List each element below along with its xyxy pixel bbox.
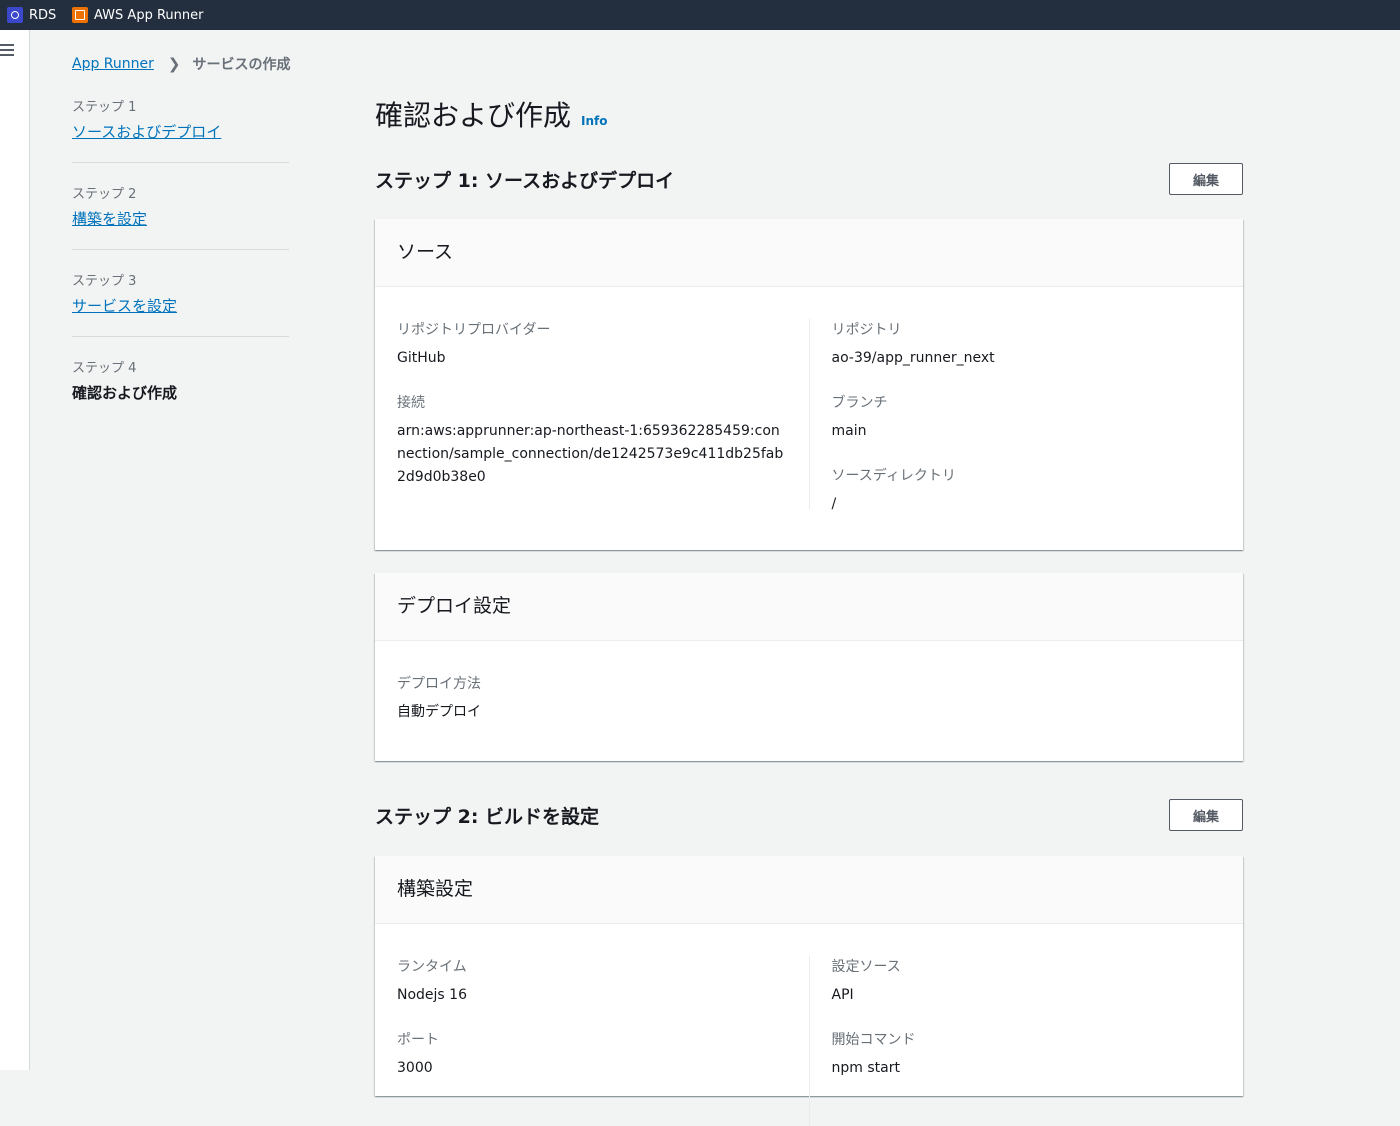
port-value: 3000 xyxy=(397,1060,433,1076)
build-card-title: 構築設定 xyxy=(375,856,1243,924)
breadcrumb-current: サービスの作成 xyxy=(192,57,291,73)
repository-value: ao-39/app_runner_next xyxy=(831,350,995,366)
source-directory-value: / xyxy=(831,496,837,512)
deploy-card-title: デプロイ設定 xyxy=(375,573,1243,641)
step-2-link[interactable]: 構築を設定 xyxy=(72,208,289,229)
step-number-label: ステップ 1 xyxy=(72,100,137,115)
side-navigation-rail xyxy=(0,30,30,1070)
config-source-label: 設定ソース xyxy=(831,959,901,975)
page-title: 確認および作成 Info xyxy=(375,94,1243,134)
start-command-value: npm start xyxy=(831,1060,900,1076)
port-label: ポート xyxy=(397,1032,439,1048)
runtime-value: Nodejs 16 xyxy=(397,987,467,1003)
deploy-method-value: 自動デプロイ xyxy=(397,704,481,720)
favorite-rds-label: RDS xyxy=(29,7,57,23)
repository-label: リポジトリ xyxy=(831,322,902,338)
provider-label: リポジトリプロバイダー xyxy=(397,322,551,338)
step-1-heading: ステップ 1: ソースおよびデプロイ xyxy=(375,169,675,192)
config-source-value: API xyxy=(831,987,854,1003)
menu-icon[interactable] xyxy=(0,44,14,59)
wizard-step-3: ステップ 3 サービスを設定 xyxy=(72,270,289,337)
step-2-edit-button[interactable]: 編集 xyxy=(1169,799,1243,831)
step-1-edit-button[interactable]: 編集 xyxy=(1169,163,1243,195)
step-1-link[interactable]: ソースおよびデプロイ xyxy=(72,121,289,142)
rds-icon xyxy=(7,7,23,23)
wizard-step-2: ステップ 2 構築を設定 xyxy=(72,183,289,250)
breadcrumb: App Runner ❯ サービスの作成 xyxy=(72,54,290,74)
favorite-app-runner-label: AWS App Runner xyxy=(94,7,204,23)
deploy-settings-card: デプロイ設定 デプロイ方法 自動デプロイ xyxy=(375,573,1243,761)
deploy-method-label: デプロイ方法 xyxy=(397,676,481,692)
breadcrumb-app-runner-link[interactable]: App Runner xyxy=(72,56,154,72)
wizard-step-4: ステップ 4 確認および作成 xyxy=(72,357,289,423)
source-card: ソース リポジトリプロバイダー GitHub 接続 arn:aws:apprun… xyxy=(375,219,1243,550)
step-2-heading: ステップ 2: ビルドを設定 xyxy=(375,805,600,828)
source-card-title: ソース xyxy=(375,219,1243,287)
info-link[interactable]: Info xyxy=(581,114,607,128)
step-number-label: ステップ 4 xyxy=(72,361,137,376)
runtime-label: ランタイム xyxy=(397,959,467,975)
top-navigation-bar: RDS AWS App Runner xyxy=(0,0,1400,30)
step-number-label: ステップ 3 xyxy=(72,274,137,289)
favorite-app-runner[interactable]: AWS App Runner xyxy=(72,7,203,23)
chevron-right-icon: ❯ xyxy=(167,55,181,73)
connection-value: arn:aws:apprunner:ap-northeast-1:6593622… xyxy=(397,423,784,485)
favorite-rds[interactable]: RDS xyxy=(7,7,56,23)
wizard-steps: ステップ 1 ソースおよびデプロイ ステップ 2 構築を設定 ステップ 3 サー… xyxy=(72,96,289,443)
step-2-section-header: ステップ 2: ビルドを設定 編集 xyxy=(375,799,1243,831)
step-number-label: ステップ 2 xyxy=(72,187,137,202)
branch-label: ブランチ xyxy=(831,395,888,411)
wizard-step-1: ステップ 1 ソースおよびデプロイ xyxy=(72,96,289,163)
main-content: 確認および作成 Info ステップ 1: ソースおよびデプロイ 編集 ソース リ… xyxy=(375,94,1243,1126)
branch-value: main xyxy=(831,423,867,439)
step-3-link[interactable]: サービスを設定 xyxy=(72,295,289,316)
page-title-text: 確認および作成 xyxy=(375,99,572,132)
provider-value: GitHub xyxy=(397,350,446,366)
app-runner-icon xyxy=(72,7,88,23)
step-1-section-header: ステップ 1: ソースおよびデプロイ 編集 xyxy=(375,163,1243,195)
source-directory-label: ソースディレクトリ xyxy=(831,468,956,484)
build-settings-card: 構築設定 ランタイム Nodejs 16 ポート 3000 設定ソース API … xyxy=(375,856,1243,1126)
start-command-label: 開始コマンド xyxy=(831,1032,916,1048)
step-4-current: 確認および作成 xyxy=(72,384,178,402)
connection-label: 接続 xyxy=(397,395,425,411)
